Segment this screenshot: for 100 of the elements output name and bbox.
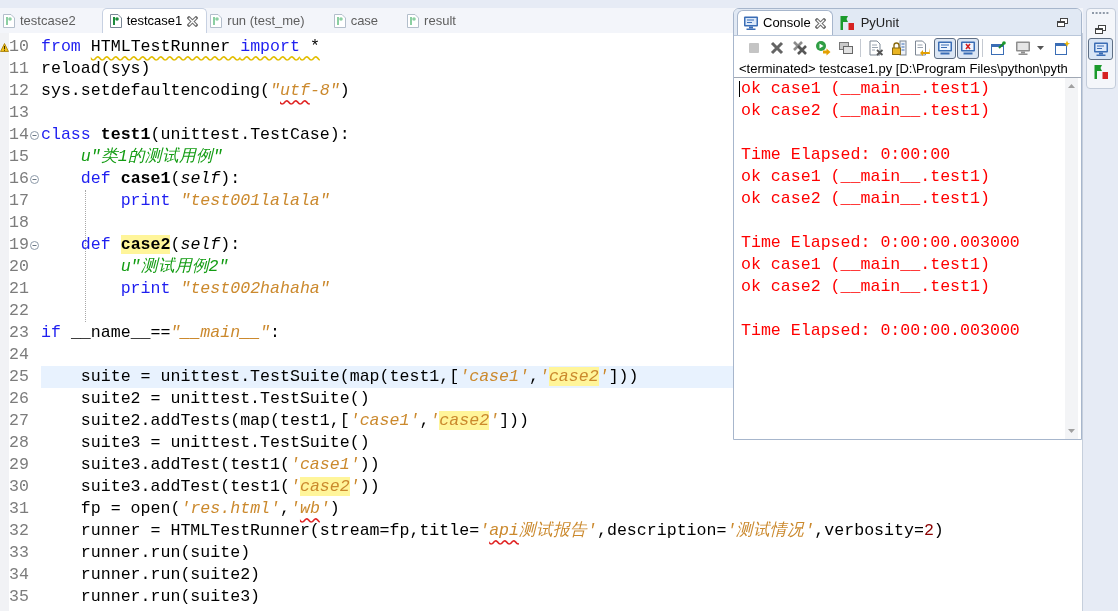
view-tab[interactable]: PyUnit bbox=[832, 10, 907, 35]
console-line: Time Elapsed: 0:00:00.003000 bbox=[741, 320, 1020, 342]
monitor-icon bbox=[1015, 40, 1031, 56]
view-button[interactable] bbox=[1088, 38, 1113, 60]
code-line: suite2 = unittest.TestSuite() bbox=[79, 388, 370, 410]
code-line: if __name__=="__main__": bbox=[41, 322, 281, 344]
code-line: suite3 = unittest.TestSuite() bbox=[79, 432, 370, 454]
restore-button[interactable] bbox=[1093, 23, 1108, 35]
restore-icon bbox=[1056, 17, 1068, 27]
toolbar-button[interactable] bbox=[933, 37, 956, 59]
file-icon bbox=[407, 14, 420, 28]
line-number: 34 bbox=[9, 564, 29, 586]
line-number: 35 bbox=[9, 586, 29, 608]
editor-tab[interactable]: testcase1 bbox=[101, 8, 208, 33]
collapse-icon[interactable] bbox=[30, 130, 39, 140]
collapse-icon[interactable] bbox=[30, 240, 39, 250]
code-line: suite2.addTests(map(test1,['case1','case2'])) bbox=[79, 410, 529, 432]
monitor-lines-icon bbox=[936, 40, 953, 56]
line-number: 13 bbox=[9, 102, 29, 124]
code-line: u"测试用例2" bbox=[119, 256, 229, 278]
view-tab[interactable]: Console bbox=[737, 10, 833, 35]
scrollbar[interactable] bbox=[1065, 78, 1078, 439]
line-number: 31 bbox=[9, 498, 29, 520]
console-line: Time Elapsed: 0:00:00.003000 bbox=[741, 232, 1020, 254]
console-line: ok case1 (__main__.test1) bbox=[741, 78, 990, 100]
console-line: ok case1 (__main__.test1) bbox=[741, 254, 990, 276]
caret-icon bbox=[1037, 46, 1044, 50]
drag-handle-icon bbox=[1092, 12, 1109, 14]
close-icon[interactable] bbox=[814, 17, 826, 29]
code-line: runner.run(suite3) bbox=[79, 586, 261, 608]
window-pin-icon bbox=[989, 40, 1006, 56]
line-number: 14 bbox=[9, 124, 29, 146]
double-x-icon bbox=[791, 40, 808, 56]
code-line: fp = open('res.html','wb') bbox=[79, 498, 340, 520]
monitor-icon bbox=[743, 15, 759, 31]
restore-button[interactable] bbox=[1055, 15, 1069, 29]
code-line: def case2(self): bbox=[79, 234, 241, 256]
line-number: 24 bbox=[9, 344, 29, 366]
line-number: 15 bbox=[9, 146, 29, 168]
restore-icon bbox=[1095, 24, 1106, 34]
code-line: def case1(self): bbox=[79, 168, 241, 190]
file-icon bbox=[3, 14, 15, 28]
code-line: sys.setdefaultencoding("utf-8") bbox=[41, 80, 350, 102]
flag-icon bbox=[838, 14, 855, 31]
code-line: runner.run(suite2) bbox=[79, 564, 261, 586]
line-number: 20 bbox=[9, 256, 29, 278]
play-arrow-icon bbox=[814, 40, 831, 56]
scroll-up-icon bbox=[1068, 84, 1075, 88]
line-number: 33 bbox=[9, 542, 29, 564]
code-line: runner.run(suite) bbox=[79, 542, 251, 564]
text-cursor bbox=[739, 81, 740, 97]
code-line: reload(sys) bbox=[41, 58, 151, 80]
x-icon bbox=[768, 40, 785, 56]
code-line: suite3.addTest(test1('case2')) bbox=[79, 476, 380, 498]
lock-icon bbox=[890, 40, 907, 56]
stacked-windows-icon bbox=[837, 40, 854, 56]
line-number: 16 bbox=[9, 168, 29, 190]
console-line: ok case2 (__main__.test1) bbox=[741, 276, 990, 298]
line-number: 27 bbox=[9, 410, 29, 432]
editor-tab[interactable]: run (test_me) bbox=[207, 9, 331, 33]
line-number: 23 bbox=[9, 322, 29, 344]
line-number: 26 bbox=[9, 388, 29, 410]
editor-tab[interactable]: result bbox=[404, 9, 482, 33]
collapse-icon[interactable] bbox=[30, 174, 39, 184]
file-icon bbox=[333, 14, 346, 28]
code-line: print "test002hahaha" bbox=[119, 278, 330, 300]
line-number: 22 bbox=[9, 300, 29, 322]
editor-tab[interactable]: case bbox=[330, 9, 405, 33]
code-line: class test1(unittest.TestCase): bbox=[41, 124, 350, 146]
line-number: 12 bbox=[9, 80, 29, 102]
line-number: 25 bbox=[9, 366, 29, 388]
process-status: <terminated> testcase1.py [D:\Program Files\python\pyth bbox=[738, 60, 1069, 77]
line-number: 32 bbox=[9, 520, 29, 542]
console-line: ok case2 (__main__.test1) bbox=[741, 100, 990, 122]
monitor-icon bbox=[1092, 41, 1109, 57]
code-line: print "test001lalala" bbox=[119, 190, 330, 212]
line-number: 21 bbox=[9, 278, 29, 300]
line-number: 29 bbox=[9, 454, 29, 476]
line-number: 17 bbox=[9, 190, 29, 212]
line-number: 10 bbox=[9, 36, 29, 58]
document-x-icon bbox=[867, 40, 884, 56]
line-number: 30 bbox=[9, 476, 29, 498]
flag-icon bbox=[1092, 64, 1109, 80]
file-icon bbox=[109, 14, 122, 28]
console-line: ok case2 (__main__.test1) bbox=[741, 188, 990, 210]
code-line: suite3.addTest(test1('case1')) bbox=[79, 454, 380, 476]
code-line: u"类1的测试用例" bbox=[79, 146, 223, 168]
scroll-down-icon bbox=[1068, 429, 1075, 433]
console-line: Time Elapsed: 0:00:00 bbox=[741, 144, 951, 166]
code-line: runner = HTMLTestRunner(stream=fp,title='api测试报告',description='测试情况',verbosity=2) bbox=[79, 520, 944, 542]
file-icon bbox=[210, 14, 223, 28]
line-number: 28 bbox=[9, 432, 29, 454]
document-arrow-icon bbox=[913, 40, 930, 56]
code-line: from HTMLTestRunner import * bbox=[41, 36, 320, 58]
close-icon[interactable] bbox=[187, 15, 199, 27]
line-number: 11 bbox=[9, 58, 29, 80]
line-number: 18 bbox=[9, 212, 29, 234]
editor-tab[interactable]: testcase2 bbox=[0, 9, 102, 33]
console-line: ok case1 (__main__.test1) bbox=[741, 166, 990, 188]
toolbar-button[interactable] bbox=[956, 37, 979, 59]
